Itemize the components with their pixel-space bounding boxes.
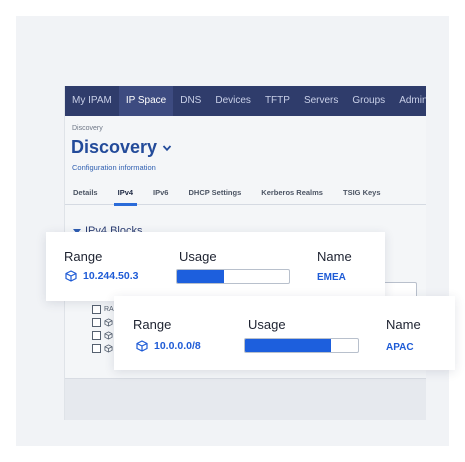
usage-bar-fill xyxy=(177,270,225,283)
usage-bar-fill xyxy=(245,339,331,352)
range-cell[interactable]: 10.244.50.3 xyxy=(65,270,138,282)
cube-icon xyxy=(65,270,77,282)
chevron-down-icon[interactable] xyxy=(162,143,172,153)
name-column-header: Name xyxy=(317,249,352,264)
nav-item-administration[interactable]: Administr xyxy=(392,86,426,116)
tab-details[interactable]: Details xyxy=(65,181,98,205)
cube-icon xyxy=(104,344,113,353)
row-checkbox[interactable] xyxy=(92,318,101,327)
nav-item-groups[interactable]: Groups xyxy=(345,86,392,116)
row-checkbox[interactable] xyxy=(92,331,101,340)
nav-item-tftp[interactable]: TFTP xyxy=(258,86,297,116)
usage-column-header: Usage xyxy=(179,249,217,264)
tab-kerberos-realms[interactable]: Kerberos Realms xyxy=(253,181,323,205)
range-column-header: Range xyxy=(64,249,103,264)
range-value: 10.0.0.0/8 xyxy=(154,340,201,352)
page-title: Discovery xyxy=(71,137,158,157)
tab-ipv6[interactable]: IPv6 xyxy=(145,181,168,205)
nav-item-ip-space[interactable]: IP Space xyxy=(118,86,174,116)
breadcrumb[interactable]: Discovery xyxy=(72,125,103,132)
nav-item-dns[interactable]: DNS xyxy=(173,86,208,116)
tab-ipv4[interactable]: IPv4 xyxy=(110,181,138,206)
range-column-header: Range xyxy=(133,317,172,332)
page-subtitle: Configuration information xyxy=(72,163,156,172)
range-value: 10.244.50.3 xyxy=(83,270,139,282)
tab-bar: Details IPv4 IPv6 DHCP Settings Kerberos… xyxy=(65,181,426,206)
cube-icon xyxy=(104,331,113,340)
tab-tsig-keys[interactable]: TSIG Keys xyxy=(335,181,381,205)
usage-bar xyxy=(176,269,290,284)
range-cell[interactable]: 10.0.0.0/8 xyxy=(136,340,201,352)
range-card-emea[interactable]: Range Usage Name 10.244.50.3 EMEA xyxy=(46,232,385,301)
list-item: RA xyxy=(92,305,114,314)
usage-column-header: Usage xyxy=(248,317,286,332)
cube-icon xyxy=(104,318,113,327)
name-column-header: Name xyxy=(386,317,421,332)
usage-bar xyxy=(244,338,359,353)
tab-dhcp-settings[interactable]: DHCP Settings xyxy=(180,181,241,205)
range-card-apac[interactable]: Range Usage Name 10.0.0.0/8 APAC xyxy=(114,296,455,370)
list-item xyxy=(92,331,113,340)
list-item xyxy=(92,344,113,353)
cube-icon xyxy=(136,340,148,352)
top-navigation: My IPAM IP Space DNS Devices TFTP Server… xyxy=(65,86,426,116)
list-item xyxy=(92,318,113,327)
name-value[interactable]: EMEA xyxy=(317,272,346,283)
row-checkbox[interactable] xyxy=(92,344,101,353)
row-checkbox[interactable] xyxy=(92,305,101,314)
nav-item-my-ipam[interactable]: My IPAM xyxy=(65,86,119,116)
row-label: RA xyxy=(104,306,114,313)
footer-band xyxy=(65,378,426,420)
name-value[interactable]: APAC xyxy=(386,342,414,353)
nav-item-devices[interactable]: Devices xyxy=(208,86,258,116)
nav-item-servers[interactable]: Servers xyxy=(297,86,345,116)
page-title-row: Discovery xyxy=(71,137,172,158)
